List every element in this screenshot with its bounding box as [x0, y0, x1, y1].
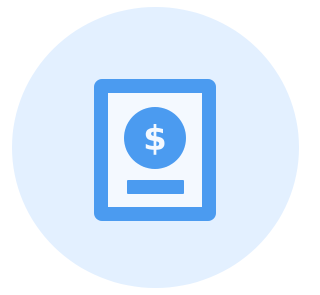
dollar-sign: $: [143, 119, 167, 159]
icon-tile: $: [0, 0, 305, 295]
invoice-dollar-svg: $: [94, 79, 216, 221]
invoice-dollar-icon: $: [94, 79, 216, 221]
amount-bar: [127, 180, 184, 194]
